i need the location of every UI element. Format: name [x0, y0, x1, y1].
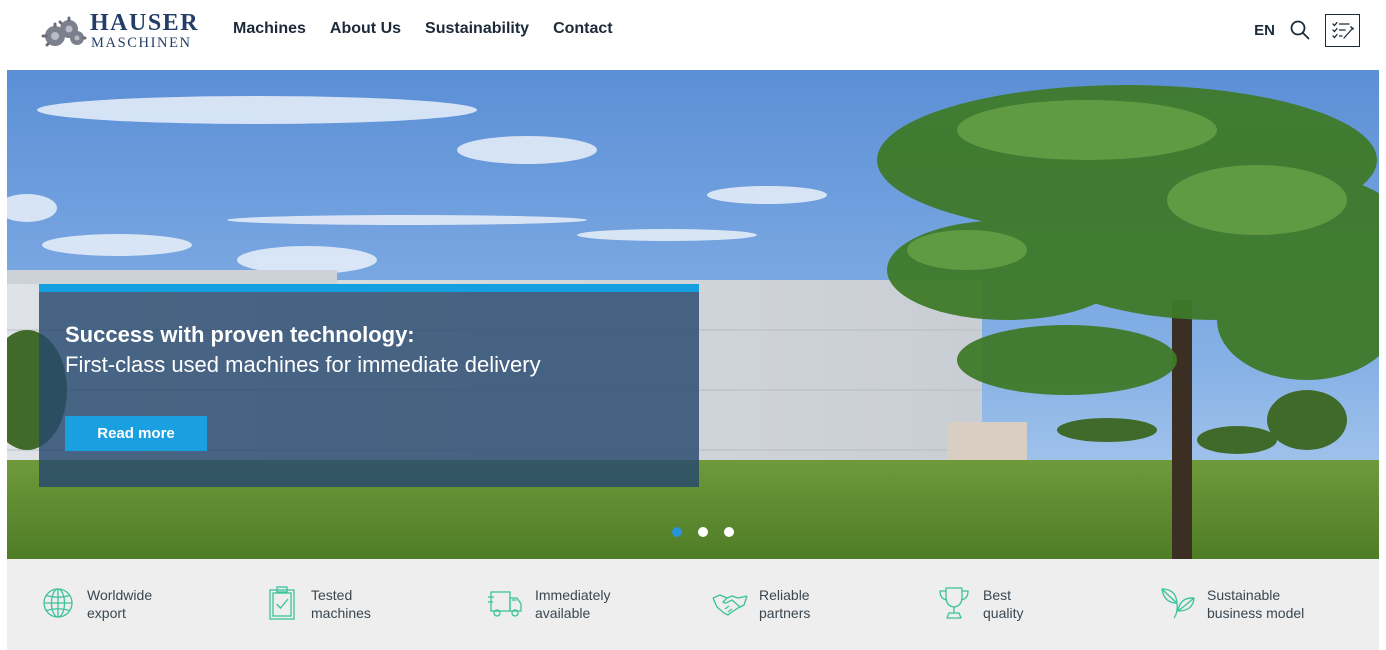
language-switcher[interactable]: EN: [1254, 22, 1275, 39]
read-more-button[interactable]: Read more: [65, 416, 207, 451]
brand-tagline: MASCHINEN: [91, 35, 192, 51]
feature-line: Immediately: [535, 587, 611, 603]
feature-line: Worldwide: [87, 587, 153, 603]
slider-dot-3[interactable]: [724, 527, 734, 537]
feature-line: Reliable: [759, 587, 810, 603]
hero-slider: Success with proven technology: First-cl…: [7, 70, 1379, 559]
feature-line: Tested: [311, 587, 353, 603]
feature-line: partners: [759, 605, 811, 621]
nav-item-machines[interactable]: Machines: [233, 19, 306, 39]
hero-subtitle: First-class used machines for immediate …: [65, 352, 541, 377]
truck-icon: [488, 591, 522, 617]
globe-icon: [43, 588, 73, 618]
slider-dots: [7, 527, 1379, 541]
clipboard-check-icon: [269, 586, 295, 620]
nav-item-sustainability[interactable]: Sustainability: [425, 19, 529, 39]
main-nav: Machines About Us Sustainability Contact: [233, 19, 637, 39]
slider-dot-2[interactable]: [698, 527, 708, 537]
feature-line: Best: [983, 587, 1012, 603]
nav-item-about-us[interactable]: About Us: [330, 19, 401, 39]
brand-name: HAUSER: [90, 10, 200, 36]
gear-logo-icon: [41, 16, 87, 47]
feature-line: export: [87, 605, 126, 621]
trophy-icon: [939, 587, 969, 619]
site-header: HAUSER MASCHINEN Machines About Us Susta…: [0, 0, 1386, 70]
features-band: Worldwide export Tested machines Immedia…: [7, 559, 1379, 650]
hero-accent-bar: [39, 284, 699, 292]
leaf-icon: [1161, 588, 1195, 619]
feature-line: Sustainable: [1207, 587, 1281, 603]
nav-item-contact[interactable]: Contact: [553, 19, 613, 39]
handshake-icon: [712, 594, 748, 616]
brand-logo[interactable]: HAUSER MASCHINEN: [38, 8, 213, 58]
header-tools: EN: [1254, 12, 1360, 48]
feature-line: machines: [311, 605, 371, 621]
slider-dot-1[interactable]: [672, 527, 682, 537]
hero-title: Success with proven technology:: [65, 322, 415, 347]
feature-line: quality: [983, 605, 1024, 621]
checklist-icon: [1331, 21, 1354, 39]
checklist-button[interactable]: [1325, 13, 1360, 47]
search-icon[interactable]: [1289, 19, 1311, 41]
hero-caption-box: Success with proven technology: First-cl…: [39, 284, 699, 487]
feature-line: business model: [1207, 605, 1305, 621]
feature-line: available: [535, 605, 591, 621]
